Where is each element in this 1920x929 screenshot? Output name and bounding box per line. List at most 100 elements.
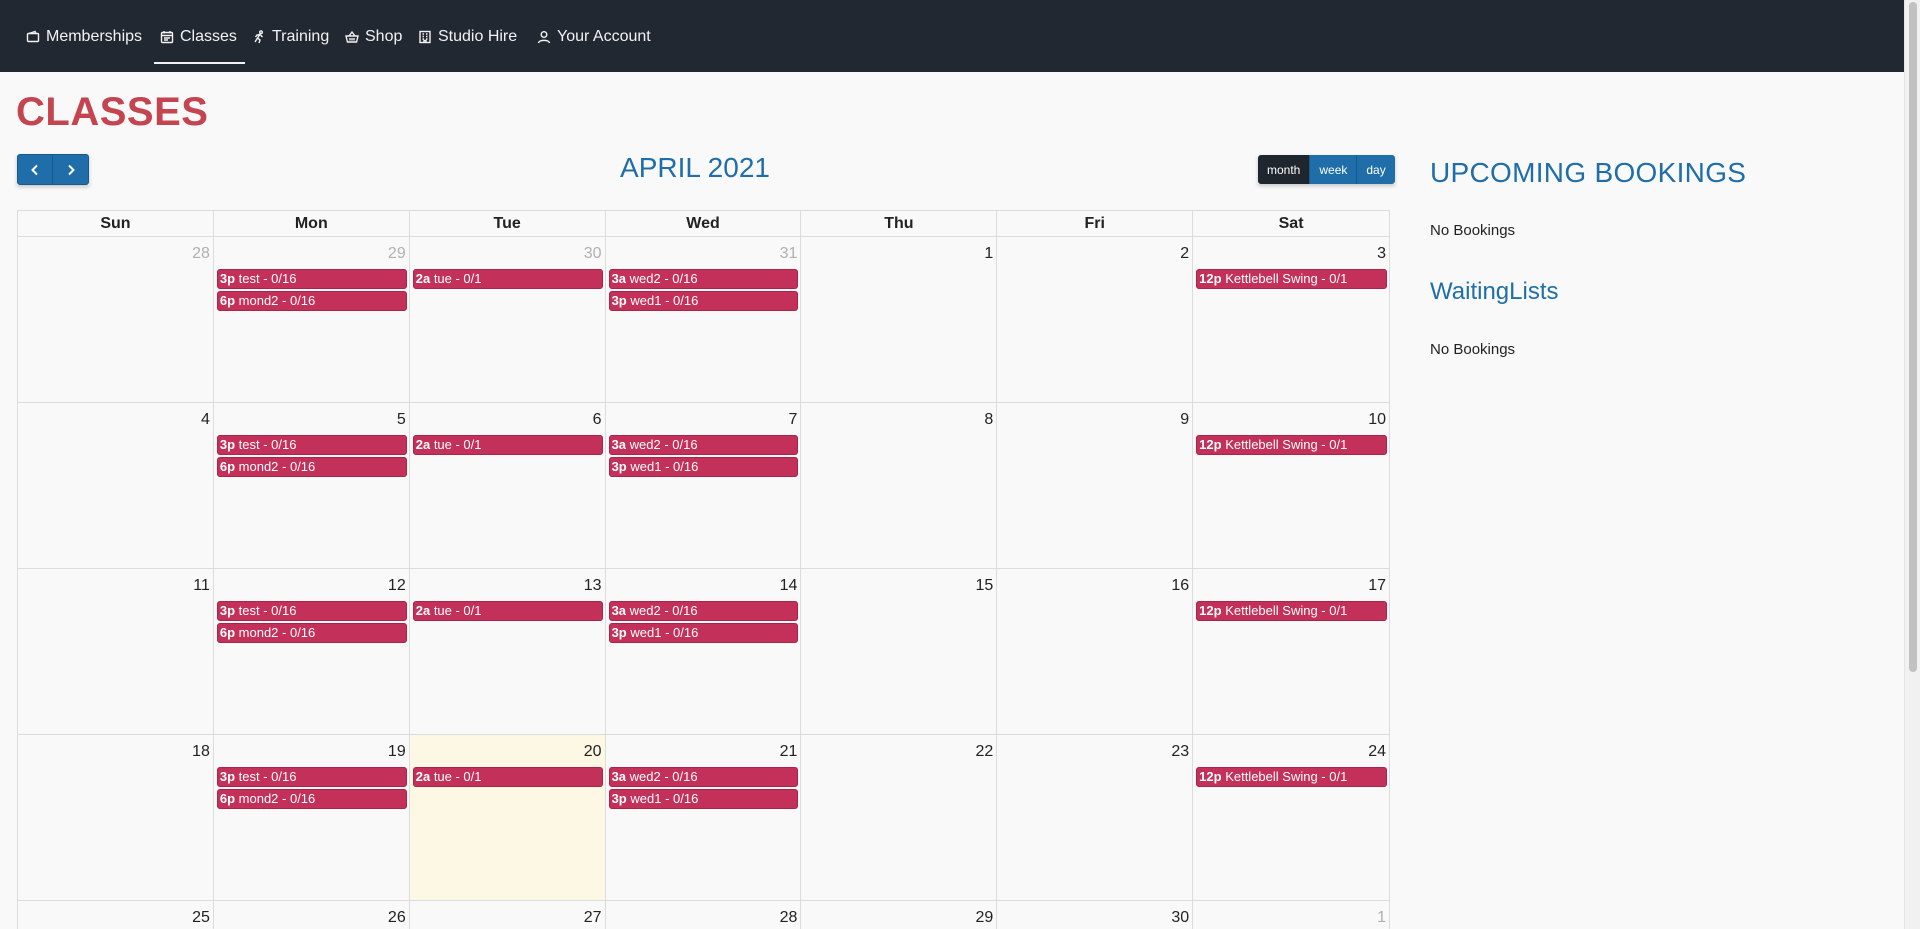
nav-memberships[interactable]: Memberships: [26, 22, 142, 52]
calendar-day[interactable]: 1: [801, 237, 998, 402]
day-number: 29: [975, 909, 994, 926]
day-number: 1: [1377, 909, 1387, 926]
event-time: 3p: [219, 769, 236, 784]
event-time: 3p: [611, 293, 627, 308]
day-number: 25: [192, 909, 210, 926]
class-event[interactable]: 2a tue - 0/1: [412, 435, 603, 455]
scrollbar-thumb[interactable]: [1909, 2, 1917, 672]
calendar-day[interactable]: 22: [801, 735, 998, 900]
calendar-day[interactable]: 5 3p test - 0/16 6p mond2 - 0/16: [214, 403, 410, 568]
class-event[interactable]: 3a wed2 - 0/16: [608, 767, 799, 787]
class-event[interactable]: 6p mond2 - 0/16: [216, 789, 407, 809]
view-week-button[interactable]: week: [1310, 155, 1358, 184]
calendar-day[interactable]: 8: [801, 403, 998, 568]
event-title: tue - 0/1: [433, 769, 482, 784]
event-title: Kettlebell Swing - 0/1: [1225, 769, 1348, 784]
calendar-day[interactable]: 29 3p test - 0/16 6p mond2 - 0/16: [214, 237, 410, 402]
calendar-day[interactable]: 12 3p test - 0/16 6p mond2 - 0/16: [214, 569, 410, 734]
event-title: mond2 - 0/16: [238, 293, 316, 308]
calendar-day[interactable]: 2: [997, 237, 1194, 402]
view-month-button[interactable]: month: [1258, 155, 1311, 184]
day-number: 27: [583, 909, 602, 926]
class-event[interactable]: 3a wed2 - 0/16: [608, 269, 799, 289]
class-event[interactable]: 2a tue - 0/1: [412, 269, 603, 289]
class-event[interactable]: 12p Kettlebell Swing - 0/1: [1196, 601, 1388, 621]
calendar-day[interactable]: 30 2a tue - 0/1: [410, 237, 606, 402]
calendar-day[interactable]: 14 3a wed2 - 0/16 3p wed1 - 0/16: [606, 569, 802, 734]
calendar-day[interactable]: 1: [1193, 901, 1391, 929]
day-number: 15: [975, 577, 994, 594]
calendar-day[interactable]: 16: [997, 569, 1194, 734]
class-event[interactable]: 6p mond2 - 0/16: [216, 457, 407, 477]
class-event[interactable]: 3p wed1 - 0/16: [608, 457, 799, 477]
calendar-day[interactable]: 7 3a wed2 - 0/16 3p wed1 - 0/16: [606, 403, 802, 568]
class-event[interactable]: 2a tue - 0/1: [412, 767, 603, 787]
class-event[interactable]: 3p wed1 - 0/16: [608, 623, 799, 643]
calendar-day[interactable]: 23: [997, 735, 1194, 900]
day-number: 28: [192, 245, 210, 262]
calendar-day[interactable]: 17 12p Kettlebell Swing - 0/1: [1193, 569, 1391, 734]
calendar-day[interactable]: 30: [997, 901, 1194, 929]
calendar-day[interactable]: 15: [801, 569, 998, 734]
day-number: 14: [779, 577, 798, 594]
event-time: 6p: [219, 791, 236, 806]
class-event[interactable]: 6p mond2 - 0/16: [216, 623, 407, 643]
event-title: tue - 0/1: [433, 437, 482, 452]
basket-icon: [345, 30, 359, 44]
calendar-day[interactable]: 25: [18, 901, 214, 929]
class-event[interactable]: 3p test - 0/16: [216, 269, 407, 289]
weekday-header: Sun Mon Tue Wed Thu Fri Sat: [18, 210, 1391, 237]
top-navbar: Memberships Classes Training Shop Studio…: [0, 0, 1904, 72]
class-event[interactable]: 3p wed1 - 0/16: [608, 789, 799, 809]
calendar-day[interactable]: 18: [18, 735, 214, 900]
calendar-day-today[interactable]: 20 2a tue - 0/1: [409, 735, 606, 900]
weekday-label: Wed: [606, 211, 802, 236]
nav-shop[interactable]: Shop: [345, 22, 402, 52]
calendar-day[interactable]: 10 12p Kettlebell Swing - 0/1: [1193, 403, 1391, 568]
nav-shop-label: Shop: [365, 28, 403, 45]
day-number: 6: [592, 411, 602, 428]
calendar-day[interactable]: 4: [18, 403, 214, 568]
class-event[interactable]: 3a wed2 - 0/16: [608, 601, 799, 621]
nav-your-account[interactable]: Your Account: [537, 22, 651, 52]
nav-studio-hire-label: Studio Hire: [438, 28, 518, 45]
calendar-week-row: 28 29 3p test - 0/16 6p mond2 - 0/16 30 2a tu…: [18, 237, 1391, 403]
nav-studio-hire[interactable]: Studio Hire: [418, 22, 517, 52]
class-event[interactable]: 3p wed1 - 0/16: [608, 291, 799, 311]
class-event[interactable]: 12p Kettlebell Swing - 0/1: [1196, 435, 1388, 455]
weekday-label: Tue: [410, 211, 606, 236]
calendar-day[interactable]: 29: [801, 901, 998, 929]
class-event[interactable]: 3a wed2 - 0/16: [608, 435, 799, 455]
nav-training[interactable]: Training: [252, 22, 329, 52]
class-event[interactable]: 12p Kettlebell Swing - 0/1: [1196, 767, 1388, 787]
nav-classes[interactable]: Classes: [154, 22, 245, 64]
calendar-body: 28 29 3p test - 0/16 6p mond2 - 0/16 30 2a tu…: [18, 237, 1391, 929]
calendar-day[interactable]: 6 2a tue - 0/1: [410, 403, 606, 568]
calendar-week-row: 18 19 3p test - 0/16 6p mond2 - 0/16 20 2a tu…: [18, 735, 1391, 901]
day-number: 29: [387, 245, 406, 262]
calendar-day[interactable]: 19 3p test - 0/16 6p mond2 - 0/16: [214, 735, 410, 900]
calendar-day[interactable]: 11: [18, 569, 214, 734]
event-title: Kettlebell Swing - 0/1: [1225, 437, 1348, 452]
calendar-day[interactable]: 24 12p Kettlebell Swing - 0/1: [1193, 735, 1391, 900]
calendar-day[interactable]: 26: [214, 901, 410, 929]
view-day-button[interactable]: day: [1357, 155, 1395, 184]
class-event[interactable]: 3p test - 0/16: [216, 601, 407, 621]
calendar-day[interactable]: 28: [18, 237, 214, 402]
class-event[interactable]: 3p test - 0/16: [216, 767, 407, 787]
calendar-day[interactable]: 27: [410, 901, 606, 929]
class-event[interactable]: 3p test - 0/16: [216, 435, 407, 455]
calendar-day[interactable]: 28: [606, 901, 802, 929]
calendar-day[interactable]: 13 2a tue - 0/1: [410, 569, 606, 734]
calendar-day[interactable]: 9: [997, 403, 1194, 568]
class-event[interactable]: 2a tue - 0/1: [412, 601, 603, 621]
calendar-day[interactable]: 31 3a wed2 - 0/16 3p wed1 - 0/16: [606, 237, 802, 402]
class-event[interactable]: 6p mond2 - 0/16: [216, 291, 407, 311]
weekday-label: Fri: [997, 211, 1194, 236]
event-title: tue - 0/1: [433, 603, 482, 618]
page-scrollbar[interactable]: [1904, 0, 1920, 929]
class-event[interactable]: 12p Kettlebell Swing - 0/1: [1196, 269, 1388, 289]
calendar-day[interactable]: 3 12p Kettlebell Swing - 0/1: [1193, 237, 1391, 402]
calendar-day[interactable]: 21 3a wed2 - 0/16 3p wed1 - 0/16: [606, 735, 802, 900]
event-time: 2a: [415, 603, 431, 618]
